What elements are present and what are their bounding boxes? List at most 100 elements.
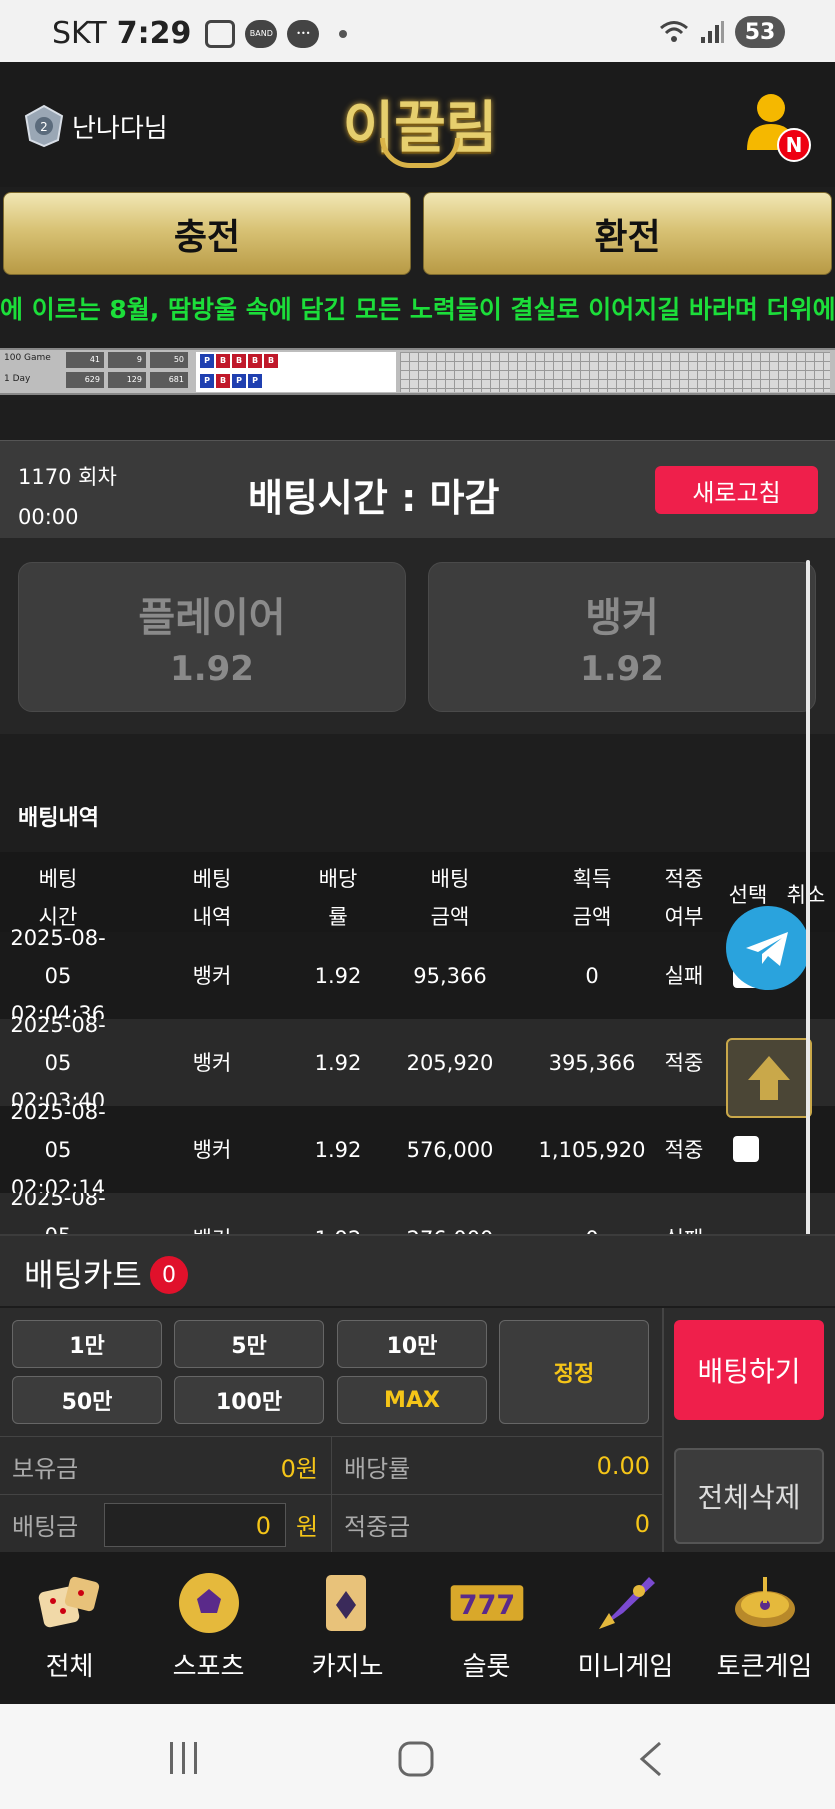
odds-label: 배당률 xyxy=(344,1454,411,1483)
chip-max[interactable]: MAX xyxy=(337,1376,487,1424)
round-info: 1170 회차 00:00 xyxy=(18,457,117,537)
scroll-top-button[interactable] xyxy=(726,1038,812,1118)
table-row: 2025-08-05 뱅커 1.92 276,000 0 실패 xyxy=(0,1193,835,1239)
column-header: 배당 률 xyxy=(318,867,358,929)
column-header: 배팅 금액 xyxy=(430,867,470,929)
nav-slot[interactable]: 777 슬롯 xyxy=(417,1562,556,1702)
bet-pick: 뱅커 xyxy=(192,963,232,988)
big-road-grid xyxy=(400,352,830,392)
betting-status: 배팅시간 : 마감 xyxy=(248,476,500,520)
profile-button[interactable]: N xyxy=(743,92,811,162)
system-nav-bar xyxy=(0,1704,835,1809)
info-divider xyxy=(331,1437,332,1495)
wifi-icon xyxy=(660,21,688,42)
chat-icon: ••• xyxy=(287,19,320,48)
option-name: 뱅커 xyxy=(585,595,659,641)
telegram-button[interactable] xyxy=(726,906,810,990)
round-timer: 00:00 xyxy=(18,505,79,529)
cart-count-badge: 0 xyxy=(150,1256,188,1294)
baccarat-scoreboard: 100 Game 1 Day 41 9 50 629 129 681 P B B… xyxy=(0,348,835,395)
info-divider xyxy=(331,1495,332,1553)
table-row: 2025-08-05 02:02:14 뱅커 1.92 576,000 1,105… xyxy=(0,1099,835,1200)
chip-100k[interactable]: 10만 xyxy=(337,1320,487,1368)
table-row: 2025-08-05 02:03:40 뱅커 1.92 205,920 395,3… xyxy=(0,1013,835,1113)
player-option[interactable]: 플레이어 1.92 xyxy=(18,562,406,712)
win-amount-label: 적중금 xyxy=(344,1512,411,1541)
notice-marquee: 에 이르는 8월, 땀방울 속에 담긴 모든 노력들이 결실로 이어지길 바라며… xyxy=(0,295,835,324)
bead: P xyxy=(248,374,262,388)
scoreboard-value: 9 xyxy=(108,352,146,368)
home-icon xyxy=(398,1741,434,1777)
banker-option[interactable]: 뱅커 1.92 xyxy=(428,562,816,712)
bet-result: 적중 xyxy=(664,1050,704,1075)
win-amount-value: 0 xyxy=(634,1510,650,1538)
scoreboard-value: 50 xyxy=(150,352,188,368)
round-bar: 1170 회차 00:00 배팅시간 : 마감 새로고침 xyxy=(0,440,835,538)
user-info[interactable]: 2 난나다님 xyxy=(22,104,168,148)
bet-amount-input[interactable]: 0 xyxy=(104,1503,286,1547)
svg-text:2: 2 xyxy=(40,120,48,134)
exchange-button[interactable]: 환전 xyxy=(423,192,832,275)
round-number: 1170 회차 xyxy=(18,465,117,489)
place-bet-button[interactable]: 배팅하기 xyxy=(674,1320,824,1420)
balance-value: 0원 xyxy=(280,1454,318,1483)
betting-cart: 배팅카트 0 1만 5만 10만 50만 100만 MAX 정정 배팅하기 전체… xyxy=(0,1234,835,1554)
rocket-icon xyxy=(588,1568,664,1638)
bet-odds: 1.92 xyxy=(314,1050,362,1075)
recents-icon xyxy=(170,1742,197,1774)
won-amount: 1,105,920 xyxy=(538,1137,646,1162)
back-button[interactable] xyxy=(636,1740,666,1788)
nav-minigame[interactable]: 미니게임 xyxy=(556,1562,695,1702)
nav-sports[interactable]: 스포츠 xyxy=(139,1562,278,1702)
charge-button[interactable]: 충전 xyxy=(3,192,411,275)
cart-header: 배팅카트 0 xyxy=(0,1236,835,1308)
bet-datetime: 2025-08-05 xyxy=(10,1193,106,1239)
scoreboard-value: 41 xyxy=(66,352,104,368)
scoreboard-value: 629 xyxy=(66,372,104,388)
option-odds: 1.92 xyxy=(580,649,664,689)
app-header: 2 난나다님 이끌림 N xyxy=(0,62,835,187)
clock: 7:29 xyxy=(116,16,192,51)
cart-title: 배팅카트 xyxy=(24,1256,142,1294)
column-header: 베팅 내역 xyxy=(192,867,232,929)
bet-pick: 뱅커 xyxy=(192,1050,232,1075)
currency-unit: 원 xyxy=(296,1512,319,1541)
chip-500k[interactable]: 50만 xyxy=(12,1376,162,1424)
logo-ring xyxy=(380,138,460,168)
scoreboard-value: 129 xyxy=(108,372,146,388)
nav-label: 스포츠 xyxy=(172,1652,245,1682)
roulette-icon xyxy=(727,1568,803,1638)
username: 난나다님 xyxy=(72,113,168,144)
history-title: 배팅내역 xyxy=(18,806,99,831)
site-logo[interactable]: 이끌림 xyxy=(340,68,500,178)
cart-divider xyxy=(662,1308,664,1554)
nav-token-game[interactable]: 토큰게임 xyxy=(695,1562,834,1702)
nav-all[interactable]: 전체 xyxy=(0,1562,139,1702)
chip-10k[interactable]: 1만 xyxy=(12,1320,162,1368)
bead: B xyxy=(232,354,246,368)
bet-amount: 205,920 xyxy=(406,1050,494,1075)
bet-result: 적중 xyxy=(664,1137,704,1162)
history-table: 베팅시간 베팅내역 배당률 배팅금액 획득금액 적중여부 선택 취소 2025-… xyxy=(0,852,835,1239)
reset-button[interactable]: 정정 xyxy=(499,1320,649,1424)
home-button[interactable] xyxy=(397,1740,435,1788)
refresh-button[interactable]: 새로고침 xyxy=(655,466,818,514)
bottom-nav: 전체 스포츠 카지노 777 슬롯 미니게임 토큰게임 xyxy=(0,1552,835,1704)
nav-label: 전체 xyxy=(45,1652,94,1682)
carrier: SKT xyxy=(52,16,107,51)
battery-indicator: 53 xyxy=(735,16,785,48)
cart-info-row: 배팅금 0 원 적중금 0 xyxy=(0,1494,662,1553)
bet-options: 플레이어 1.92 뱅커 1.92 xyxy=(0,538,835,734)
cart-info-row: 보유금 0원 배당률 0.00 xyxy=(0,1436,662,1495)
nav-casino[interactable]: 카지노 xyxy=(278,1562,417,1702)
arrow-up-icon xyxy=(748,1056,790,1100)
delete-all-button[interactable]: 전체삭제 xyxy=(674,1448,824,1544)
nav-label: 카지노 xyxy=(311,1652,384,1682)
recents-button[interactable] xyxy=(166,1740,202,1786)
bet-datetime: 2025-08-05 02:02:14 xyxy=(10,1099,106,1200)
signal-icon xyxy=(701,21,724,43)
chip-50k[interactable]: 5만 xyxy=(174,1320,324,1368)
select-checkbox[interactable] xyxy=(733,1136,759,1162)
rank-badge-icon: 2 xyxy=(24,104,64,148)
chip-1m[interactable]: 100만 xyxy=(174,1376,324,1424)
